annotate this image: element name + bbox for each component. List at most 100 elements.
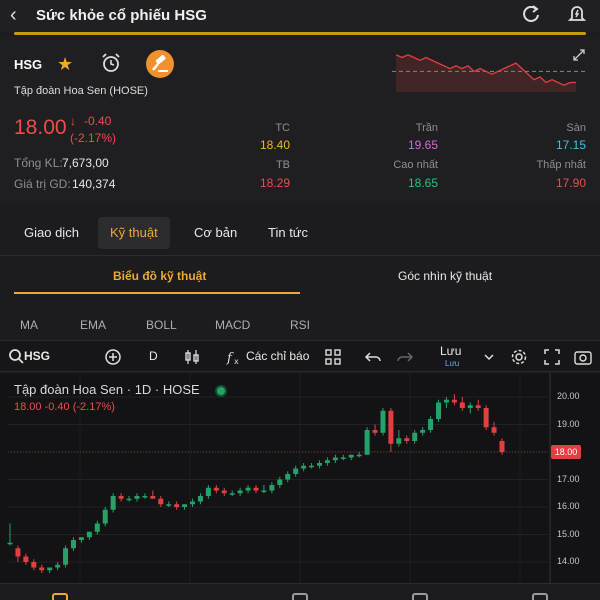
candle[interactable] [47, 567, 53, 574]
candle[interactable] [229, 490, 235, 497]
candle[interactable] [324, 457, 330, 466]
interval-selector[interactable]: D [149, 349, 158, 363]
tab-technical[interactable]: Kỹ thuật [98, 217, 170, 249]
candle[interactable] [309, 463, 315, 469]
chat-icon[interactable] [532, 593, 548, 600]
symbol-search-value[interactable]: HSG [24, 349, 50, 363]
candle[interactable] [221, 487, 227, 496]
candle[interactable] [420, 427, 426, 436]
candle[interactable] [190, 498, 196, 507]
candle[interactable] [332, 454, 338, 463]
candle[interactable] [94, 520, 100, 535]
candle[interactable] [364, 427, 370, 455]
wallet-icon[interactable] [412, 593, 428, 600]
undo-icon[interactable] [364, 348, 382, 366]
indicator-macd[interactable]: MACD [215, 318, 250, 332]
candle[interactable] [15, 545, 21, 563]
favorite-star-icon[interactable]: ★ [57, 54, 73, 75]
bell-icon[interactable] [566, 3, 588, 25]
templates-grid-icon[interactable] [324, 348, 342, 366]
candle[interactable] [483, 405, 489, 430]
candle[interactable] [269, 482, 275, 494]
candle[interactable] [63, 545, 69, 568]
candle[interactable] [31, 559, 37, 571]
candle[interactable] [142, 493, 148, 499]
indicator-ema[interactable]: EMA [80, 318, 106, 332]
subtab-technical-view[interactable]: Góc nhìn kỹ thuật [398, 269, 492, 283]
function-fx-icon[interactable]: f x [226, 348, 244, 366]
candle[interactable] [316, 460, 322, 469]
candle[interactable] [459, 397, 465, 411]
candle[interactable] [237, 487, 243, 496]
candle[interactable] [55, 562, 61, 571]
candle[interactable] [102, 507, 108, 527]
candle[interactable] [443, 397, 449, 408]
candle[interactable] [348, 454, 354, 461]
candle[interactable] [158, 496, 164, 507]
auction-gavel-icon[interactable] [146, 50, 174, 78]
candle[interactable] [70, 537, 76, 551]
candle[interactable] [451, 394, 457, 406]
candle[interactable] [412, 430, 418, 444]
redo-icon[interactable] [396, 348, 414, 366]
candle[interactable] [39, 564, 45, 573]
subtab-technical-chart[interactable]: Biểu đồ kỹ thuật [113, 269, 206, 283]
tab-trading[interactable]: Giao dịch [12, 217, 91, 249]
candle[interactable] [380, 408, 386, 436]
tab-news[interactable]: Tin tức [256, 217, 320, 249]
save-button[interactable]: Lưu [440, 344, 461, 358]
candle[interactable] [134, 493, 140, 502]
chart-icon[interactable] [292, 593, 308, 600]
candle[interactable] [285, 471, 291, 483]
intraday-sparkline[interactable] [392, 48, 592, 92]
chart-toolbar: HSG D f x Các chỉ báo Lưu Lưu [0, 340, 600, 372]
add-compare-icon[interactable] [104, 348, 122, 366]
candle[interactable] [253, 485, 259, 494]
candle[interactable] [245, 485, 251, 494]
chevron-down-icon[interactable] [480, 348, 498, 366]
candle[interactable] [261, 485, 267, 494]
candle[interactable] [277, 476, 283, 488]
candle[interactable] [213, 485, 219, 494]
candle[interactable] [118, 493, 124, 502]
candle[interactable] [110, 493, 116, 513]
candle[interactable] [467, 402, 473, 414]
back-chevron-icon[interactable]: ‹ [10, 4, 17, 27]
alarm-clock-icon[interactable] [100, 52, 122, 74]
gear-icon[interactable] [510, 348, 528, 366]
candle[interactable] [428, 416, 434, 433]
candle[interactable] [86, 531, 92, 540]
indicators-button[interactable]: Các chỉ báo [246, 349, 309, 363]
total-volume-label: Tổng KL: [14, 156, 63, 170]
tab-fundamental[interactable]: Cơ bản [182, 217, 249, 249]
candle[interactable] [340, 454, 346, 461]
refresh-icon[interactable] [520, 3, 542, 25]
candle[interactable] [404, 435, 410, 444]
candle[interactable] [205, 485, 211, 499]
candlestick-chart-panel[interactable]: Tập đoàn Hoa Sen · 1D · HOSE 18.00 -0.40… [0, 373, 600, 583]
candle[interactable] [396, 430, 402, 447]
candle[interactable] [23, 553, 29, 565]
indicator-rsi[interactable]: RSI [290, 318, 310, 332]
candle[interactable] [491, 421, 497, 436]
candle[interactable] [126, 496, 132, 502]
candle-type-icon[interactable] [183, 348, 201, 366]
snapshot-camera-icon[interactable] [574, 348, 592, 366]
expand-icon[interactable] [572, 48, 586, 62]
candle[interactable] [174, 501, 180, 510]
indicator-ma[interactable]: MA [20, 318, 38, 332]
candle[interactable] [301, 463, 307, 472]
home-icon[interactable] [52, 593, 68, 600]
candle[interactable] [166, 501, 172, 508]
candle[interactable] [475, 399, 481, 411]
candle[interactable] [372, 424, 378, 436]
candle[interactable] [356, 452, 362, 458]
indicator-boll[interactable]: BOLL [146, 318, 177, 332]
candle[interactable] [388, 408, 394, 452]
candle[interactable] [150, 490, 156, 499]
candle[interactable] [182, 504, 188, 510]
candle[interactable] [436, 399, 442, 422]
fullscreen-icon[interactable] [543, 348, 561, 366]
candle[interactable] [293, 465, 299, 477]
candle[interactable] [197, 493, 203, 505]
